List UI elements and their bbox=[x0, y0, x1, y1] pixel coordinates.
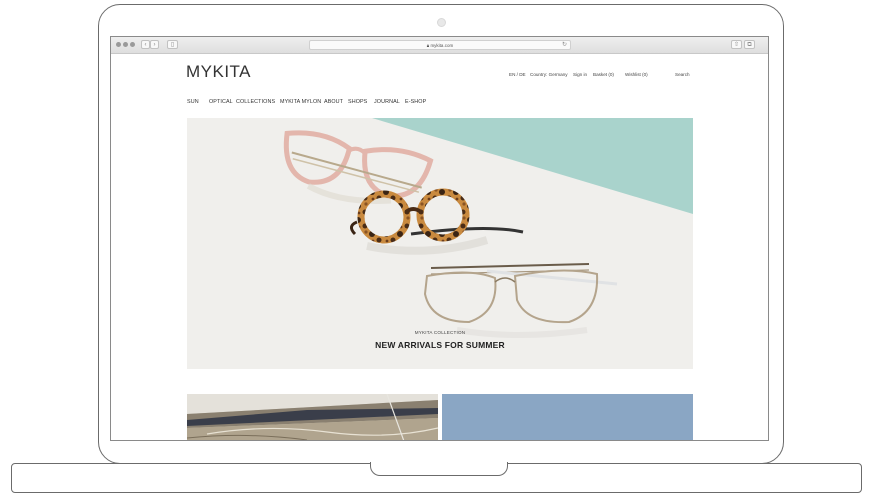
nav-item-sun[interactable]: SUN bbox=[187, 99, 199, 105]
address-bar[interactable]: 🔒︎ mykita.com bbox=[309, 40, 571, 50]
browser-toolbar: ‹ › ▯ 🔒︎ mykita.com ↻ ⇧ ⧉ bbox=[111, 37, 768, 54]
nav-item-about[interactable]: ABOUT bbox=[324, 99, 343, 105]
chevron-right-icon: › bbox=[153, 42, 156, 48]
sidebar-icon: ▯ bbox=[170, 42, 175, 48]
address-bar-url: mykita.com bbox=[430, 43, 454, 48]
tabs-button[interactable]: ⧉ bbox=[744, 40, 755, 49]
share-button[interactable]: ⇧ bbox=[731, 40, 742, 49]
window-minimize-button[interactable] bbox=[123, 42, 128, 47]
country-selector[interactable]: Country: Germany bbox=[530, 72, 568, 77]
window-zoom-button[interactable] bbox=[130, 42, 135, 47]
basket-link[interactable]: Basket (0) bbox=[593, 72, 614, 77]
sidebar-button[interactable]: ▯ bbox=[167, 40, 178, 49]
nav-item-e-shop[interactable]: E-SHOP bbox=[405, 99, 426, 105]
reload-icon[interactable]: ↻ bbox=[562, 40, 567, 50]
wishlist-link[interactable]: Wishlist (0) bbox=[625, 72, 648, 77]
marble-stone-image bbox=[187, 394, 438, 440]
nav-item-journal[interactable]: JOURNAL bbox=[374, 99, 400, 105]
share-icon: ⇧ bbox=[733, 42, 740, 48]
forward-button[interactable]: › bbox=[150, 40, 159, 49]
tile-sky[interactable] bbox=[442, 394, 693, 440]
tabs-icon: ⧉ bbox=[747, 42, 752, 48]
back-button[interactable]: ‹ bbox=[141, 40, 150, 49]
hero-subtitle: MYKITA COLLECTION bbox=[414, 330, 466, 335]
language-switch[interactable]: EN / DE bbox=[509, 72, 526, 77]
hero-title[interactable]: NEW ARRIVALS FOR SUMMER bbox=[187, 340, 693, 350]
nav-item-optical[interactable]: OPTICAL bbox=[209, 99, 233, 105]
sign-in-link[interactable]: Sign in bbox=[573, 72, 587, 77]
nav-item-collections[interactable]: COLLECTIONS bbox=[236, 99, 275, 105]
chevron-left-icon: ‹ bbox=[144, 42, 147, 48]
window-close-button[interactable] bbox=[116, 42, 121, 47]
nav-item-shops[interactable]: SHOPS bbox=[348, 99, 367, 105]
camera-icon bbox=[437, 18, 446, 27]
site-logo[interactable]: MYKITA bbox=[186, 62, 251, 82]
laptop-notch bbox=[370, 462, 508, 476]
search-link[interactable]: Search bbox=[675, 72, 690, 77]
tile-marble[interactable] bbox=[187, 394, 438, 440]
laptop-screen: ‹ › ▯ 🔒︎ mykita.com ↻ ⇧ ⧉ MYKITA EN / DE… bbox=[110, 36, 769, 441]
hero-banner[interactable]: MYKITA COLLECTION NEW ARRIVALS FOR SUMME… bbox=[187, 118, 693, 369]
nav-item-mykita-mylon[interactable]: MYKITA MYLON bbox=[280, 99, 321, 105]
